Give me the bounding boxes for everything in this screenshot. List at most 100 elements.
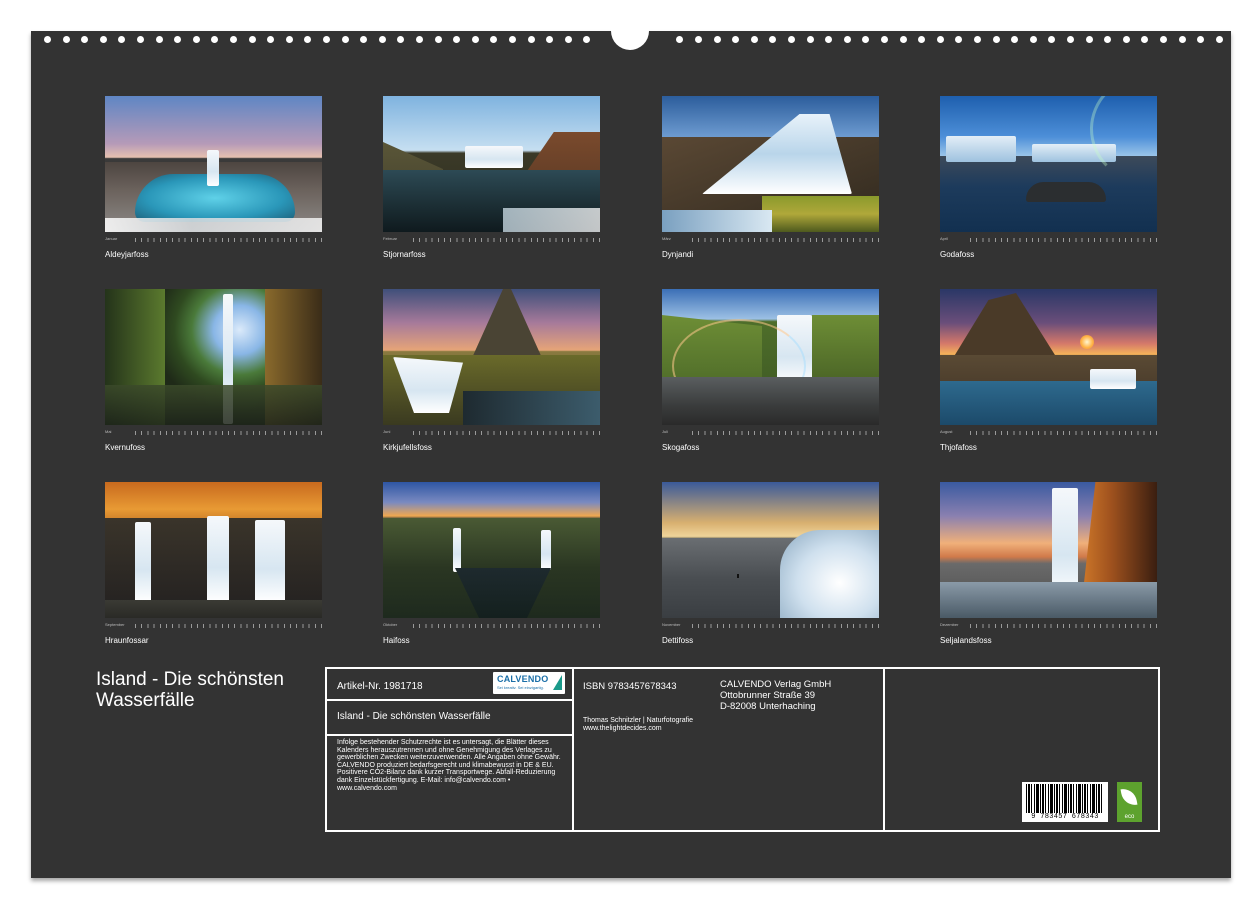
month-panel-august: August Thjofafoss [940, 289, 1157, 452]
binding-hole [714, 36, 721, 43]
month-label: Juni [383, 429, 391, 434]
binding-hole [825, 36, 832, 43]
legal-text: Infolge bestehender Schutzrechte ist es … [337, 739, 561, 792]
photo-dettifoss [662, 482, 879, 618]
binding-hole [788, 36, 795, 43]
month-panel-april: April Godafoss [940, 96, 1157, 259]
day-ticks [413, 624, 600, 628]
binding-hole [44, 36, 51, 43]
binding-hole [81, 36, 88, 43]
photo-stjornarfoss [383, 96, 600, 232]
photo-dynjandi [662, 96, 879, 232]
month-label: September [105, 622, 125, 627]
day-ticks [692, 238, 879, 242]
binding-hole [1123, 36, 1130, 43]
month-label: April [940, 236, 949, 241]
month-panel-july: Juli Skogafoss [662, 289, 879, 452]
binding-hole [323, 36, 330, 43]
binding-hole [528, 36, 535, 43]
day-ticks [135, 431, 322, 435]
binding-hole [1197, 36, 1204, 43]
month-panel-march: März Dynjandi [662, 96, 879, 259]
binding-hole [193, 36, 200, 43]
month-label: August [940, 429, 953, 434]
binding-hole [472, 36, 479, 43]
caption: Stjornarfoss [383, 250, 426, 259]
binding-hole [435, 36, 442, 43]
binding-hole [751, 36, 758, 43]
binding-hole [379, 36, 386, 43]
month-label: Februar [383, 236, 398, 241]
caption: Aldeyjarfoss [105, 250, 149, 259]
day-ticks [692, 624, 879, 628]
photo-thjofafoss [940, 289, 1157, 425]
month-panel-september: September Hraunfossar [105, 482, 322, 645]
binding-hole [304, 36, 311, 43]
publisher-street: Ottobrunner Straße 39 [720, 690, 816, 701]
month-panel-june: Juni Kirkjufellsfoss [383, 289, 600, 452]
binding-hole [230, 36, 237, 43]
binding-hole [695, 36, 702, 43]
caption: Kvernufoss [105, 443, 146, 452]
month-panel-january: Januar Aldeyjarfoss [105, 96, 322, 259]
day-ticks [970, 624, 1157, 628]
binding-hole [100, 36, 107, 43]
binding-hole [453, 36, 460, 43]
binding-hole [900, 36, 907, 43]
photo-kirkjufellsfoss [383, 289, 600, 425]
day-ticks [135, 238, 322, 242]
publisher-name: CALVENDO Verlag GmbH [720, 679, 832, 690]
barcode-bars [1026, 784, 1104, 813]
binding-hole [490, 36, 497, 43]
imprint-box: Artikel-Nr. 1981718 CALVENDO Sei kreativ… [325, 667, 1160, 832]
binding-hole [769, 36, 776, 43]
photo-skogafoss [662, 289, 879, 425]
binding-hole [862, 36, 869, 43]
isbn: ISBN 9783457678343 [583, 681, 677, 692]
binding-hole [416, 36, 423, 43]
month-panel-november: November Dettifoss [662, 482, 879, 645]
day-ticks [413, 431, 600, 435]
eco-badge: eco [1117, 782, 1142, 822]
binding-hole [267, 36, 274, 43]
calvendo-logo: CALVENDO Sei kreativ. Sei einzigartig. [493, 672, 565, 694]
imprint-left-column: Artikel-Nr. 1981718 CALVENDO Sei kreativ… [327, 669, 574, 830]
binding-hole [156, 36, 163, 43]
photo-kvernufoss [105, 289, 322, 425]
binding-hole [1216, 36, 1223, 43]
article-number: Artikel-Nr. 1981718 [337, 681, 423, 692]
photo-hraunfossar [105, 482, 322, 618]
binding-hole [509, 36, 516, 43]
day-ticks [135, 624, 322, 628]
month-label: November [662, 622, 681, 627]
photo-aldeyjarfoss [105, 96, 322, 232]
binding-hole [937, 36, 944, 43]
binding-hole [732, 36, 739, 43]
hanger-notch [611, 28, 649, 50]
month-label: Mai [105, 429, 112, 434]
logo-brand: CALVENDO [497, 674, 549, 684]
caption: Dettifoss [662, 636, 694, 645]
binding-hole [1086, 36, 1093, 43]
binding-hole [397, 36, 404, 43]
month-label: März [662, 236, 671, 241]
publisher-city: D-82008 Unterhaching [720, 701, 816, 712]
calendar-subtitle: Island - Die schönsten Wasserfälle [337, 711, 491, 722]
caption: Hraunfossar [105, 636, 149, 645]
spiral-binding [31, 28, 1231, 50]
day-ticks [413, 238, 600, 242]
logo-tagline: Sei kreativ. Sei einzigartig. [497, 685, 544, 690]
binding-hole [1011, 36, 1018, 43]
binding-hole [565, 36, 572, 43]
imprint-middle-column: ISBN 9783457678343 CALVENDO Verlag GmbH … [574, 669, 885, 830]
binding-hole [174, 36, 181, 43]
binding-hole [583, 36, 590, 43]
caption: Skogafoss [662, 443, 700, 452]
binding-hole [1104, 36, 1111, 43]
binding-hole [974, 36, 981, 43]
caption: Dynjandi [662, 250, 694, 259]
binding-hole [1179, 36, 1186, 43]
binding-hole [881, 36, 888, 43]
binding-hole [249, 36, 256, 43]
binding-hole [118, 36, 125, 43]
